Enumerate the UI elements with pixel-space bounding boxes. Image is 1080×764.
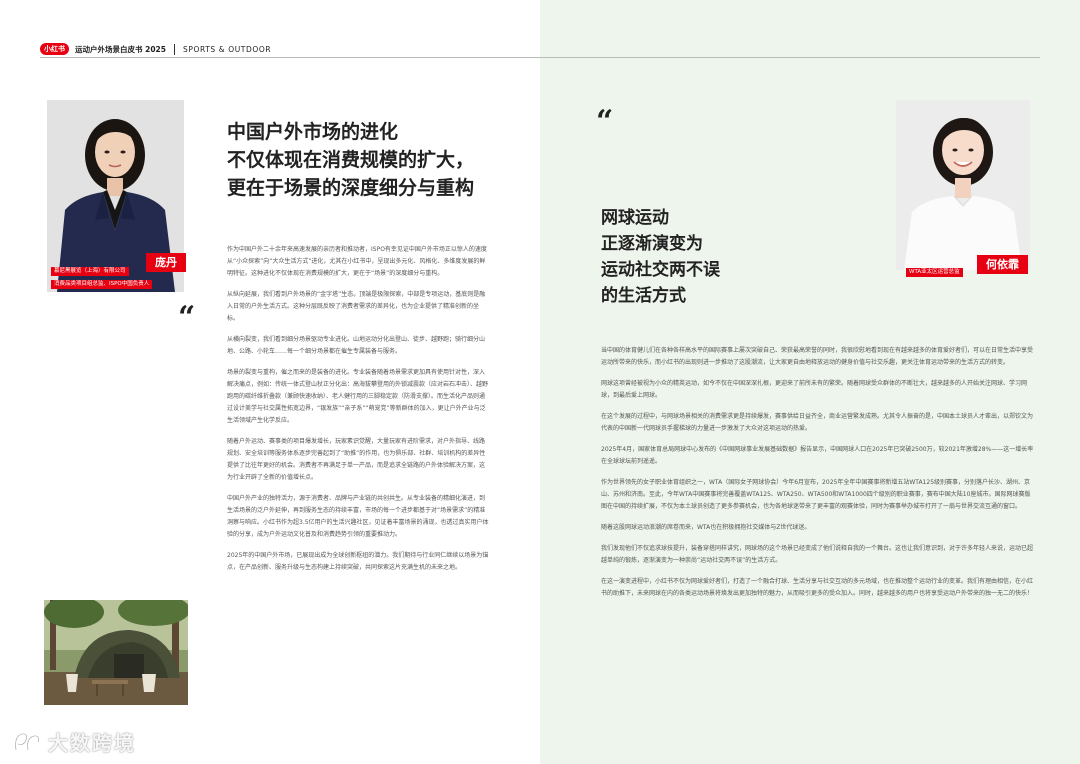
headline-left-line3: 更在于场景的深度细分与重构	[227, 177, 475, 199]
paragraph: 网球这项曾经被视为小众的精英运动，如今不仅在中国深深扎根，更迎来了前所未有的繁荣…	[601, 380, 1028, 399]
paragraph: 随着这股网球运动浪潮的席卷而来，WTA也在积极拥抱社交媒体与Z世代球迷。	[601, 524, 811, 531]
watermark-text: 大数跨境	[48, 731, 136, 755]
portrait-right-person	[896, 100, 1030, 270]
paragraph: 作为中国户外二十余年来高速发展的亲历者和推动者，ISPO有幸见证中国户外市场正以…	[227, 246, 487, 277]
paragraph: 当中国的体育健儿们在各种各样高水平的国际赛事上屡次突破自己、荣获最高荣誉的同时，…	[601, 347, 1034, 366]
person-title-left-line1: 慕尼黑展览（上海）有限公司	[51, 267, 129, 276]
quote-mark-right: “	[596, 104, 614, 139]
left-page: 小红书 运动户外场景白皮书 2025 SPORTS & OUTDOOR 庞丹 慕…	[0, 0, 540, 764]
paragraph: 中国户外产业的独特活力，源于消费者、品牌与产业链的共创共生。从专业装备的精细化演…	[227, 495, 489, 538]
headline-right-line1: 网球运动	[601, 208, 669, 228]
paragraph: 2025年4月，国家体育总局网球中心发布的《中国网球事业发展基础数据》报告显示，…	[601, 446, 1034, 465]
headline-right-line2: 正逐渐演变为	[601, 234, 703, 254]
page-header: 小红书 运动户外场景白皮书 2025 SPORTS & OUTDOOR	[40, 42, 271, 56]
person-name-left: 庞丹	[146, 253, 186, 272]
paragraph: 2025年的中国户外市场，已展现出成为全球创新枢纽的潜力。我们期待与行业同仁继续…	[227, 552, 489, 571]
body-text-left: 作为中国户外二十余年来高速发展的亲历者和推动者，ISPO有幸见证中国户外市场正以…	[227, 244, 490, 583]
watermark: 大数跨境	[12, 727, 136, 756]
body-text-right: 当中国的体育健儿们在各种各样高水平的国际赛事上屡次突破自己、荣获最高荣誉的同时，…	[601, 345, 1035, 609]
headline-right: 网球运动 正逐渐演变为 运动社交两不误 的生活方式	[601, 205, 841, 309]
headline-left: 中国户外市场的进化 不仅体现在消费规模的扩大， 更在于场景的深度细分与重构	[227, 118, 527, 202]
portrait-right-illustration	[896, 100, 1030, 270]
paragraph: 在这一演变进程中，小红书不仅为网球爱好者们，打造了一个融合打球、生活分享与社交互…	[601, 578, 1034, 597]
camping-scene-illustration	[44, 600, 188, 705]
header-divider	[174, 43, 175, 55]
camping-tent-photo	[44, 600, 188, 705]
report-subtitle: SPORTS & OUTDOOR	[183, 44, 272, 54]
header-rule	[40, 57, 1040, 58]
headline-left-line1: 中国户外市场的进化	[227, 121, 399, 143]
watermark-logo-icon	[14, 732, 40, 750]
brand-logo: 小红书	[40, 43, 69, 55]
paragraph: 从纵向延展，我们看到户外场景的“金字塔”生态。顶端是极限探索，中部是专项运动，基…	[227, 291, 486, 322]
paragraph: 作为世界领先的女子职业体育组织之一，WTA（国际女子网球协会）今年6月宣布，20…	[601, 479, 1031, 510]
headline-left-line2: 不仅体现在消费规模的扩大，	[227, 149, 475, 171]
person-name-right: 何依霏	[977, 255, 1028, 274]
paragraph: 从横向裂变，我们看到细分场景驱动专业进化。山地运动分化出登山、徒步、越野跑；骑行…	[227, 336, 486, 355]
quote-mark-left: “	[178, 300, 196, 335]
person-title-right: WTA亚太区运营总监	[906, 268, 963, 277]
headline-right-line3: 运动社交两不误	[601, 260, 720, 280]
paragraph: 随着户外运动、赛事类的项目爆发增长，玩家素识觉醒，大量玩家有进阶需求，对户外指导…	[227, 438, 486, 481]
paragraph: 场景的裂变与重构，催之而来的是装备的进化。专业装备随着场景需求更加具有使用针对性…	[227, 369, 489, 424]
report-title: 运动户外场景白皮书 2025	[75, 44, 166, 54]
headline-right-line4: 的生活方式	[601, 286, 686, 306]
paragraph: 我们发现他们不仅追求球技提升，装备穿搭同样讲究，网球场的这个场景已经变成了他们说…	[601, 545, 1034, 564]
paragraph: 在这个发展的过程中，与网球场景相关的消费需求更是持续爆发，赛事供给日益齐全，商业…	[601, 413, 1034, 432]
person-title-left-line2: 消费品类项目组总监、ISPO中国负责人	[51, 280, 153, 289]
